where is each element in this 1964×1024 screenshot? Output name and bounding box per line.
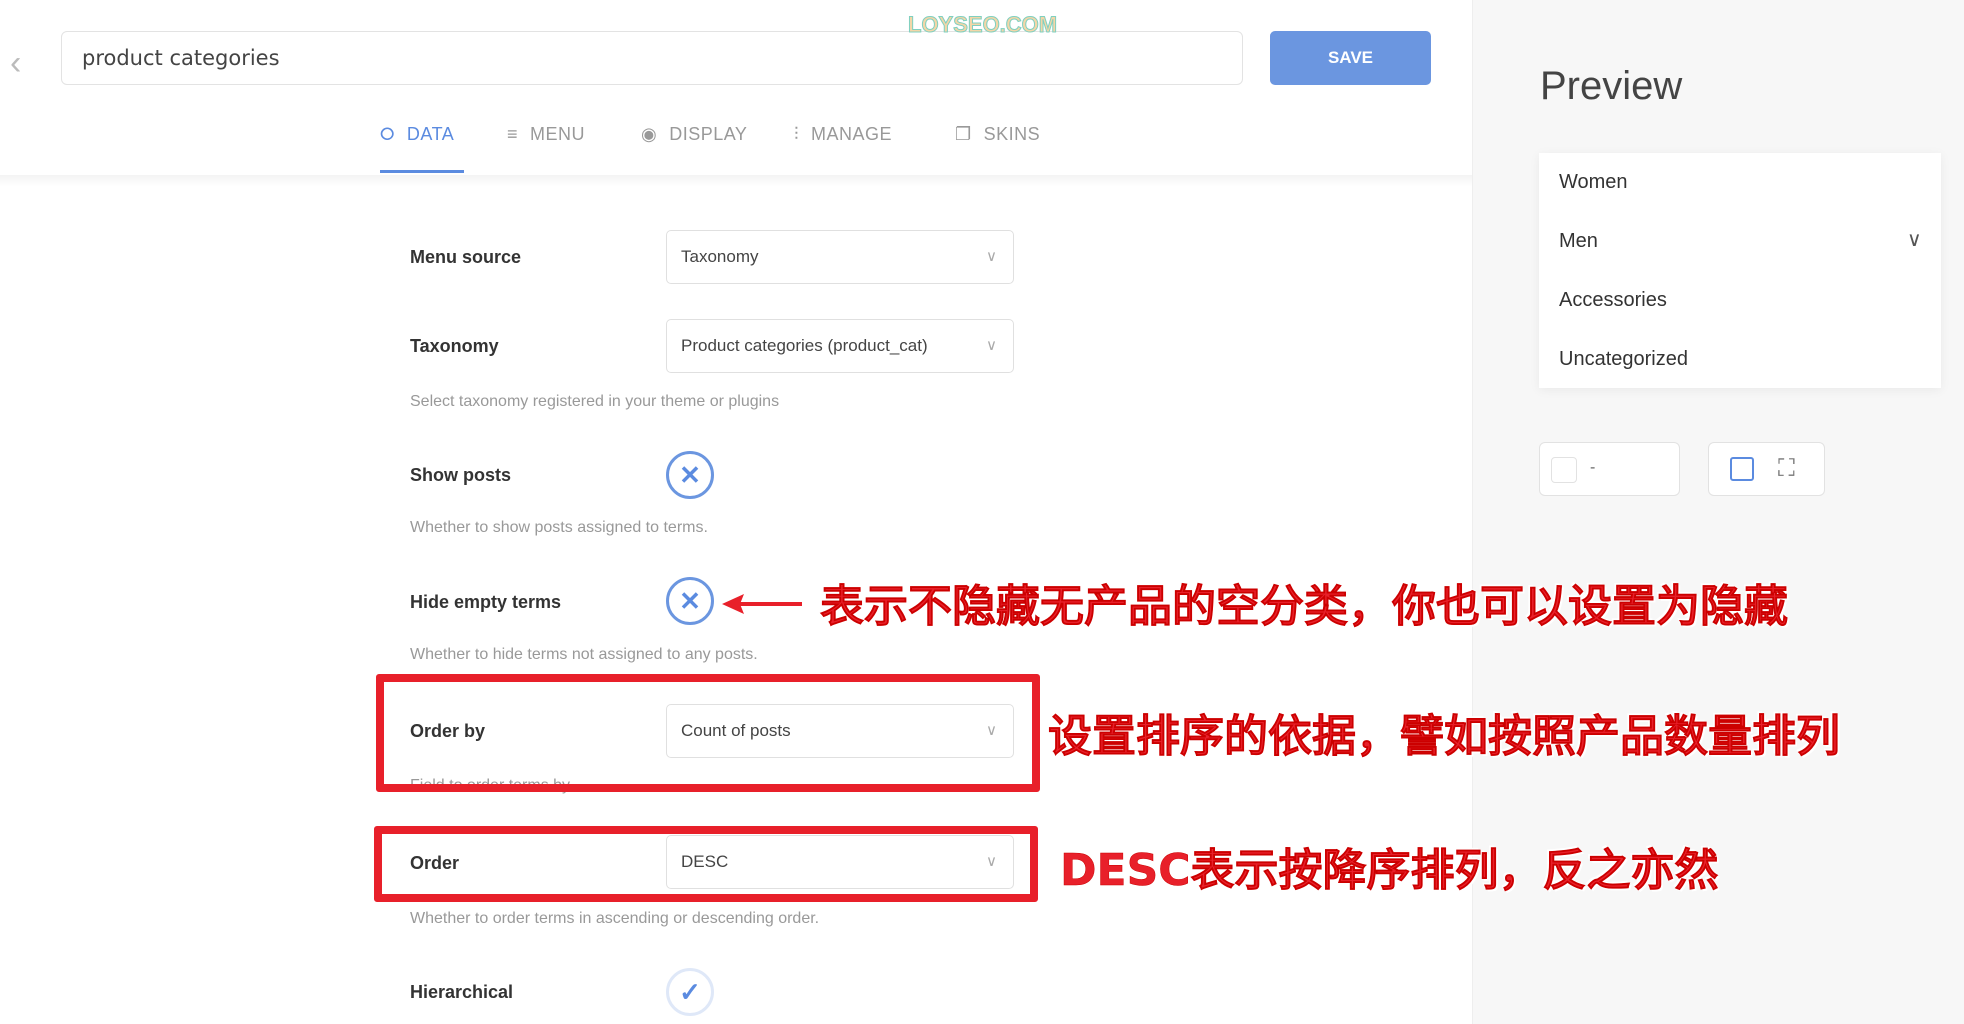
hide-empty-label: Hide empty terms (410, 592, 562, 612)
tab-display[interactable]: ◉ DISPLAY (641, 124, 747, 145)
x-icon: ✕ (679, 586, 701, 616)
annotation-box-order (374, 826, 1038, 902)
hierarchical-toggle[interactable]: ✓ (666, 968, 714, 1016)
hierarchical-label: Hierarchical (410, 982, 514, 1002)
taxonomy-help: Select taxonomy registered in your theme… (410, 393, 780, 410)
select-value: Taxonomy (681, 247, 759, 266)
preview-title: Preview (1540, 64, 1683, 108)
square-icon[interactable] (1730, 457, 1754, 481)
tab-label: DISPLAY (669, 124, 748, 144)
tab-label: MENU (530, 124, 586, 144)
show-posts-label: Show posts (410, 465, 512, 485)
active-tab-indicator (380, 170, 464, 173)
copy-icon: ❐ (955, 124, 972, 144)
tab-label: SKINS (983, 124, 1041, 144)
hide-empty-help: Whether to hide terms not assigned to an… (410, 646, 758, 663)
menu-icon: ≡ (507, 124, 519, 144)
eye-icon: ◉ (641, 124, 658, 144)
taxonomy-label: Taxonomy (410, 336, 499, 356)
annotation-order-by: 设置排序的依据，譬如按照产品数量排列 (1048, 711, 1841, 763)
order-help: Whether to order terms in ascending or d… (410, 910, 820, 927)
menu-title-input[interactable]: product categories (61, 31, 1243, 85)
chevron-down-icon: ∨ (986, 248, 997, 265)
check-icon: ✓ (679, 977, 701, 1007)
save-button[interactable]: SAVE (1270, 31, 1431, 85)
preview-menu-item[interactable]: Accessories (1559, 289, 1667, 312)
hide-empty-toggle[interactable]: ✕ (666, 577, 714, 625)
show-posts-toggle[interactable]: ✕ (666, 451, 714, 499)
menu-source-label: Menu source (410, 247, 522, 267)
annotation-box-order-by (376, 674, 1040, 792)
preview-menu: Women Men ∨ Accessories Uncategorized (1539, 153, 1941, 388)
sliders-icon: ⫶ (794, 124, 799, 144)
tab-menu[interactable]: ≡ MENU (507, 124, 585, 145)
annotation-hide-empty: 表示不隐藏无产品的空分类，你也可以设置为隐藏 (820, 581, 1789, 633)
chevron-down-icon: ∨ (986, 337, 997, 354)
taxonomy-select[interactable]: Product categories (product_cat) ∨ (666, 319, 1014, 373)
color-value: - (1590, 459, 1596, 476)
preview-size-controls: ⛶ (1708, 442, 1825, 496)
color-swatch[interactable] (1551, 457, 1577, 483)
tab-label: DATA (406, 124, 455, 144)
show-posts-help: Whether to show posts assigned to terms. (410, 519, 708, 536)
menu-source-select[interactable]: Taxonomy ∨ (666, 230, 1014, 284)
divider (0, 175, 1472, 187)
tab-data[interactable]: ⭘ DATA (380, 124, 454, 145)
preview-menu-item[interactable]: Women (1559, 171, 1628, 194)
tab-label: MANAGE (811, 124, 893, 144)
background-color-picker[interactable]: - (1539, 442, 1680, 496)
tab-skins[interactable]: ❐ SKINS (955, 124, 1040, 145)
chevron-down-icon[interactable]: ∨ (1907, 227, 1922, 252)
select-value: Product categories (product_cat) (681, 336, 928, 355)
preview-menu-item[interactable]: Uncategorized (1559, 348, 1688, 371)
annotation-arrow-icon (722, 594, 802, 614)
x-icon: ✕ (679, 460, 701, 490)
layers-icon: ⭘ (380, 124, 395, 144)
back-chevron-icon[interactable]: ‹ (10, 44, 21, 83)
watermark: LOYSEO.COM (907, 12, 1058, 38)
annotation-order: DESC表示按降序排列，反之亦然 (1060, 845, 1719, 897)
tab-manage[interactable]: ⫶ MANAGE (794, 124, 892, 145)
fullscreen-icon[interactable]: ⛶ (1778, 455, 1795, 483)
preview-menu-item[interactable]: Men (1559, 230, 1598, 253)
